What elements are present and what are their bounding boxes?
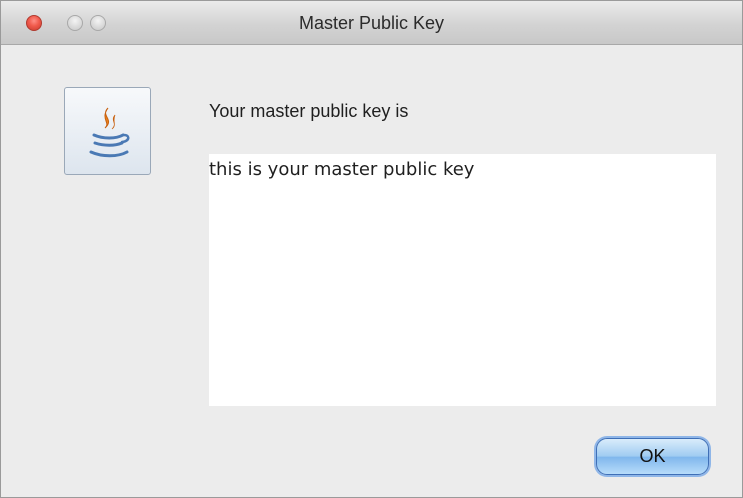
window-title: Master Public Key: [298, 13, 445, 33]
master-public-key-text-area[interactable]: this is your master public key: [209, 154, 716, 406]
zoom-window-button[interactable]: [90, 15, 106, 31]
master-public-key-dialog: Master Public Key Your master public key…: [0, 0, 743, 498]
minimize-window-button[interactable]: [67, 15, 83, 31]
java-icon: [64, 87, 151, 175]
ok-button[interactable]: OK: [596, 438, 709, 475]
title-bar[interactable]: Master Public Key: [1, 1, 742, 45]
close-window-button[interactable]: [26, 15, 42, 31]
message-label: Your master public key is: [209, 101, 409, 121]
